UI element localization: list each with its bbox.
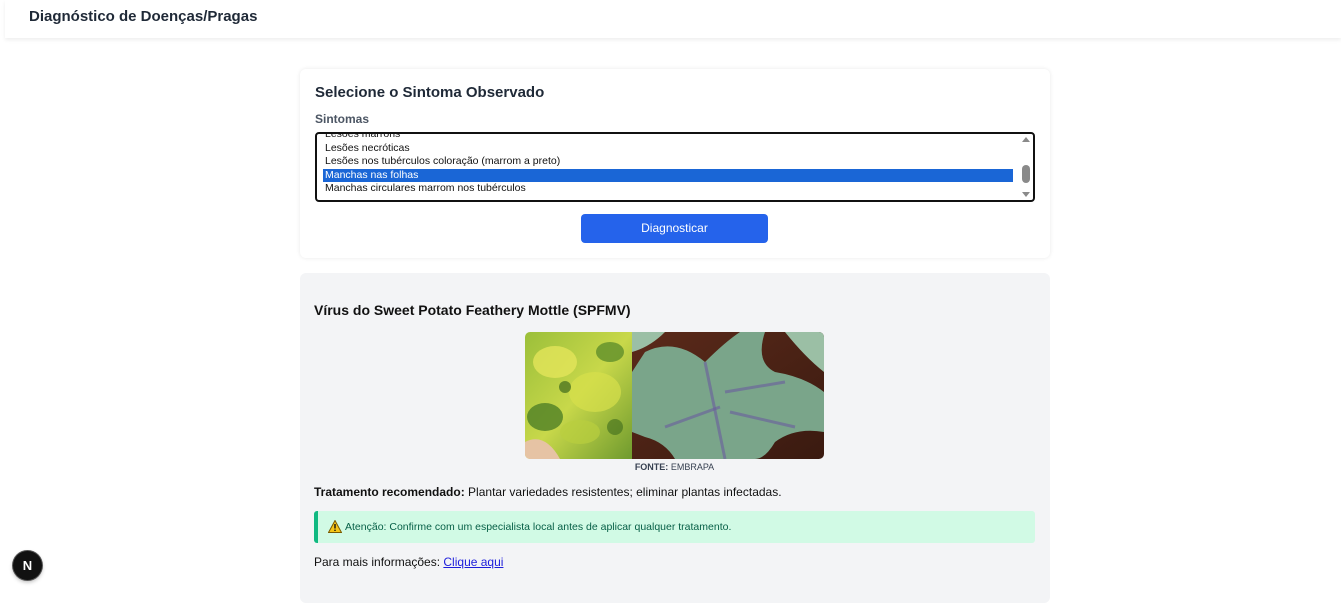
scroll-thumb[interactable] — [1022, 165, 1030, 183]
disease-photo — [525, 332, 824, 459]
scroll-up-arrow-icon[interactable] — [1022, 137, 1030, 142]
diagnosis-result-card: Vírus do Sweet Potato Feathery Mottle (S… — [300, 273, 1050, 603]
more-info-link[interactable]: Clique aqui — [443, 555, 503, 569]
symptom-section-heading: Selecione o Sintoma Observado — [315, 84, 545, 101]
symptom-option[interactable]: Manchas circulares marrom nos tubérculos — [323, 182, 1013, 196]
treatment-label: Tratamento recomendado: — [314, 485, 465, 499]
warning-alert: Atenção: Confirme com um especialista lo… — [314, 511, 1035, 543]
listbox-scrollbar[interactable] — [1021, 136, 1031, 198]
symptom-selection-card: Selecione o Sintoma Observado Sintomas L… — [300, 69, 1050, 258]
scroll-down-arrow-icon[interactable] — [1022, 192, 1030, 197]
disease-name: Vírus do Sweet Potato Feathery Mottle (S… — [314, 302, 631, 318]
dev-tools-badge[interactable]: N — [13, 551, 42, 580]
alert-text: Atenção: Confirme com um especialista lo… — [345, 521, 732, 533]
symptom-option[interactable]: Lesões marrons — [323, 134, 1013, 142]
more-info-label: Para mais informações: — [314, 555, 441, 569]
treatment-value: Plantar variedades resistentes; eliminar… — [468, 485, 782, 499]
caption-source: EMBRAPA — [670, 462, 715, 472]
symptoms-label: Sintomas — [315, 112, 370, 126]
warning-triangle-icon — [328, 520, 342, 533]
symptom-option[interactable]: Lesões nos tubérculos coloração (marrom … — [323, 155, 1013, 169]
image-caption: FONTE: EMBRAPA — [525, 462, 824, 472]
diagnose-button[interactable]: Diagnosticar — [581, 214, 768, 243]
treatment-text: Tratamento recomendado: Plantar variedad… — [314, 485, 782, 499]
symptom-option[interactable]: Lesões necróticas — [323, 142, 1013, 156]
symptoms-options: Lesões marrons Lesões necróticas Lesões … — [323, 134, 1013, 196]
page-title: Diagnóstico de Doenças/Pragas — [29, 8, 258, 25]
symptom-option-selected[interactable]: Manchas nas folhas — [323, 168, 1013, 182]
symptoms-listbox[interactable]: Lesões marrons Lesões necróticas Lesões … — [315, 132, 1035, 202]
more-info: Para mais informações: Clique aqui — [314, 555, 503, 569]
top-bar: Diagnóstico de Doenças/Pragas — [5, 0, 1341, 38]
caption-label: FONTE: — [634, 462, 669, 472]
